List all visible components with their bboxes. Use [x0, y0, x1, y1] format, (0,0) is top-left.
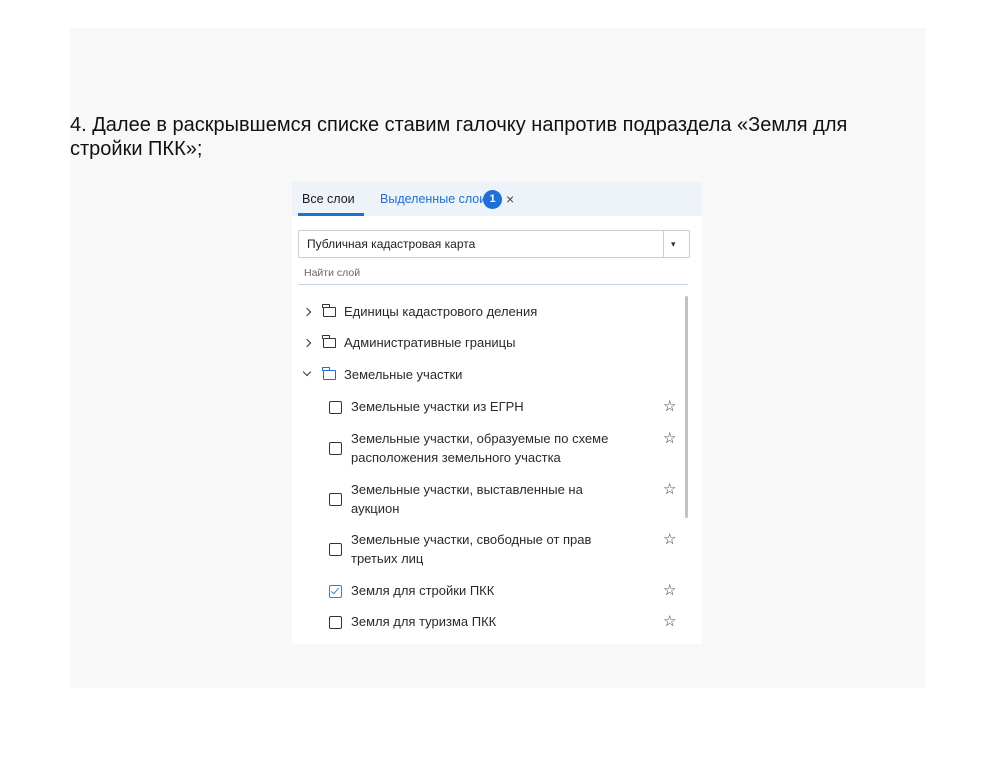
folder-row-admin-borders[interactable]: Административные границы — [292, 333, 702, 353]
layer-checkbox[interactable] — [329, 616, 342, 629]
map-type-select-value: Публичная кадастровая карта — [307, 237, 476, 251]
favorite-star-icon[interactable]: ☆ — [663, 482, 676, 497]
folder-label: Земельные участки — [344, 367, 463, 382]
map-type-select[interactable]: Публичная кадастровая карта ▾ — [298, 230, 690, 258]
search-underline — [298, 284, 688, 285]
folder-row-land-plots[interactable]: Земельные участки — [292, 365, 702, 385]
folder-label: Административные границы — [344, 335, 516, 350]
layer-checkbox[interactable] — [329, 543, 342, 556]
clear-selection-close-icon[interactable]: × — [506, 182, 514, 216]
favorite-star-icon[interactable]: ☆ — [663, 399, 676, 414]
layer-row-selected[interactable]: Земля для стройки ПКК ☆ — [292, 581, 702, 601]
favorite-star-icon[interactable]: ☆ — [663, 431, 676, 446]
layers-tabs: Все слои Выделенные слои 1 × — [292, 182, 702, 216]
layer-label: Земельные участки, свободные от прав тре… — [351, 532, 592, 566]
layers-panel: Все слои Выделенные слои 1 × Публичная к… — [292, 182, 702, 644]
selected-count-badge: 1 — [483, 190, 502, 209]
instruction-text: 4. Далее в раскрывшемся списке ставим га… — [70, 114, 848, 160]
layer-checkbox-checked[interactable] — [329, 585, 342, 598]
tab-selected-layers[interactable]: Выделенные слои — [380, 182, 486, 216]
layer-row[interactable]: Земельные участки из ЕГРН ☆ — [292, 397, 702, 417]
folder-icon — [322, 304, 336, 317]
layer-label: Земля для стройки ПКК — [351, 583, 495, 598]
folder-open-icon — [322, 367, 336, 380]
layer-label: Земля для туризма ПКК — [351, 614, 497, 629]
layer-search-input[interactable]: Найти слой — [304, 267, 360, 279]
layer-row[interactable]: Земля для туризма ПКК ☆ — [292, 612, 702, 632]
layer-row[interactable]: Земельные участки, свободные от прав тре… — [292, 530, 702, 570]
folder-icon — [322, 335, 336, 348]
layer-row[interactable]: Земельные участки, образуемые по схеме р… — [292, 429, 702, 469]
favorite-star-icon[interactable]: ☆ — [663, 614, 676, 629]
tab-all-layers[interactable]: Все слои — [302, 182, 355, 216]
layer-row[interactable]: Земельные участки, выставленные на аукци… — [292, 480, 702, 520]
favorite-star-icon[interactable]: ☆ — [663, 532, 676, 547]
favorite-star-icon[interactable]: ☆ — [663, 583, 676, 598]
dropdown-arrow-icon[interactable]: ▾ — [671, 231, 676, 257]
layer-checkbox[interactable] — [329, 493, 342, 506]
active-tab-indicator — [298, 213, 364, 216]
folder-row-cadastral-units[interactable]: Единицы кадастрового деления — [292, 302, 702, 322]
folder-label: Единицы кадастрового деления — [344, 304, 538, 319]
layer-label: Земельные участки из ЕГРН — [351, 399, 524, 414]
layer-checkbox[interactable] — [329, 442, 342, 455]
layer-label: Земельные участки, выставленные на аукци… — [351, 482, 583, 516]
select-divider — [663, 231, 664, 257]
layer-label: Земельные участки, образуемые по схеме р… — [351, 431, 609, 465]
layer-checkbox[interactable] — [329, 401, 342, 414]
